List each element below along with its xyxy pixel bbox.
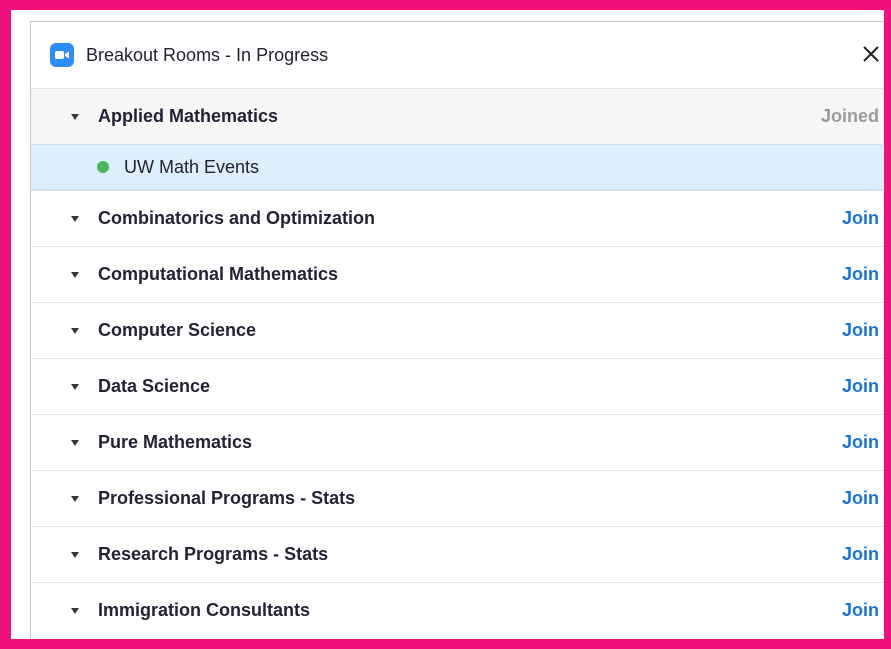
breakout-rooms-window: Breakout Rooms - In Progress Applied Mat…: [30, 21, 884, 639]
join-button[interactable]: Join: [842, 320, 879, 341]
room-row-computer-science[interactable]: Computer Science Join: [31, 302, 884, 358]
chevron-down-icon[interactable]: [71, 215, 79, 222]
room-row-pure-mathematics[interactable]: Pure Mathematics Join: [31, 414, 884, 470]
highlight-frame: Breakout Rooms - In Progress Applied Mat…: [0, 0, 891, 649]
join-button[interactable]: Join: [842, 600, 879, 621]
join-button[interactable]: Join: [842, 376, 879, 397]
join-button[interactable]: Join: [842, 544, 879, 565]
join-button[interactable]: Join: [842, 488, 879, 509]
participant-row[interactable]: UW Math Events: [31, 144, 884, 190]
room-label: Data Science: [98, 376, 211, 396]
room-label: Immigration Consultants: [98, 600, 311, 620]
room-row-data-science[interactable]: Data Science Join: [31, 358, 884, 414]
room-label: Computer Science: [98, 320, 257, 340]
room-row-computational-mathematics[interactable]: Computational Mathematics Join: [31, 246, 884, 302]
room-row-research-programs-stats[interactable]: Research Programs - Stats Join: [31, 526, 884, 582]
close-icon[interactable]: [860, 43, 882, 65]
room-row-applied-mathematics[interactable]: Applied Mathematics Joined: [31, 88, 884, 144]
chevron-down-icon[interactable]: [71, 113, 79, 120]
room-label: Combinatorics and Optimization: [98, 208, 376, 228]
window-title: Breakout Rooms - In Progress: [86, 44, 329, 65]
join-button[interactable]: Join: [842, 432, 879, 453]
room-list: Applied Mathematics Joined UW Math Event…: [31, 88, 884, 638]
chevron-down-icon[interactable]: [71, 495, 79, 502]
chevron-down-icon[interactable]: [71, 551, 79, 558]
room-label: Research Programs - Stats: [98, 544, 329, 564]
room-row-professional-programs-stats[interactable]: Professional Programs - Stats Join: [31, 470, 884, 526]
join-button[interactable]: Join: [842, 264, 879, 285]
join-button[interactable]: Join: [842, 208, 879, 229]
chevron-down-icon[interactable]: [71, 271, 79, 278]
zoom-camera-icon: [50, 43, 74, 67]
online-status-icon: [97, 161, 109, 173]
room-label: Computational Mathematics: [98, 264, 339, 284]
joined-status: Joined: [820, 106, 879, 126]
chevron-down-icon[interactable]: [71, 607, 79, 614]
chevron-down-icon[interactable]: [71, 383, 79, 390]
room-label: Pure Mathematics: [98, 432, 253, 452]
chevron-down-icon[interactable]: [71, 439, 79, 446]
participant-name: UW Math Events: [124, 156, 260, 177]
room-label: Professional Programs - Stats: [98, 488, 356, 508]
room-row-immigration-consultants[interactable]: Immigration Consultants Join: [31, 582, 884, 638]
room-label: Applied Mathematics: [98, 106, 279, 126]
title-bar: Breakout Rooms - In Progress: [31, 22, 884, 88]
room-row-combinatorics-and-optimization[interactable]: Combinatorics and Optimization Join: [31, 190, 884, 246]
chevron-down-icon[interactable]: [71, 327, 79, 334]
